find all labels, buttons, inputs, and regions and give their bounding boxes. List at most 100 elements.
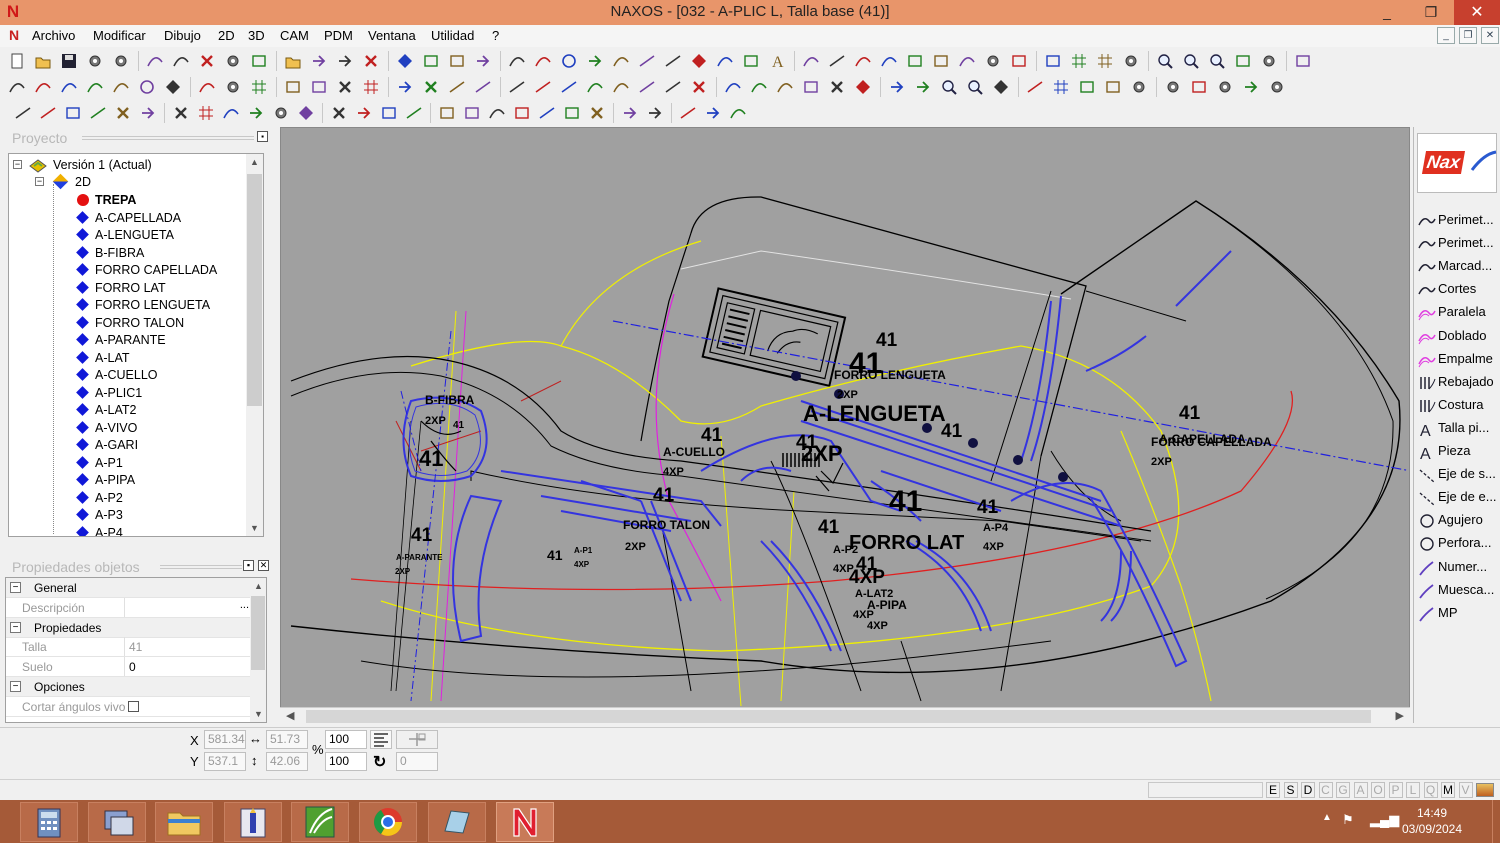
- tree-item[interactable]: FORRO LAT: [75, 280, 245, 297]
- status-toggle[interactable]: L: [1406, 782, 1420, 798]
- toolbar-save-icon[interactable]: [60, 52, 78, 70]
- tree-item[interactable]: FORRO TALON: [75, 315, 245, 332]
- menu-dibujo[interactable]: Dibujo: [164, 28, 201, 43]
- menu-archivo[interactable]: Archivo: [32, 28, 75, 43]
- maximize-button[interactable]: ❐: [1414, 0, 1448, 25]
- panel-pin-icon[interactable]: ▪: [243, 560, 254, 571]
- property-category[interactable]: − Opciones: [6, 677, 251, 697]
- taskbar-file-explorer[interactable]: [155, 802, 213, 842]
- toolbar-curve-icon[interactable]: [802, 52, 820, 70]
- taskbar-clock[interactable]: 14:49 03/09/2024: [1392, 805, 1472, 837]
- tree-item[interactable]: A-CAPELLADA: [75, 210, 245, 227]
- palette-tool[interactable]: Eje de e...: [1417, 486, 1500, 508]
- palette-tool[interactable]: Perfora...: [1417, 532, 1500, 554]
- document-icon[interactable]: N: [9, 27, 19, 43]
- toolbar-arrow-icon[interactable]: [474, 52, 492, 70]
- palette-tool[interactable]: Perimet...: [1417, 209, 1500, 231]
- sharp-angles-checkbox[interactable]: [128, 700, 139, 712]
- toolbar-x-icon[interactable]: [172, 104, 190, 122]
- palette-tool[interactable]: Paralela: [1417, 301, 1500, 323]
- toolbar-curve-icon[interactable]: [508, 52, 526, 70]
- status-toggle[interactable]: C: [1318, 782, 1333, 798]
- toolbar-curve-icon[interactable]: [729, 104, 747, 122]
- toolbar-gear-icon[interactable]: [112, 52, 130, 70]
- canvas-scrollbar[interactable]: ◀ ▶: [280, 707, 1410, 724]
- tree-item[interactable]: A-PLIC1: [75, 385, 245, 402]
- toolbar-x-icon[interactable]: [690, 78, 708, 96]
- toolbar-gear-icon[interactable]: [984, 52, 1002, 70]
- toolbar-x-icon[interactable]: [362, 52, 380, 70]
- toolbar-curve-icon[interactable]: [854, 52, 872, 70]
- palette-tool[interactable]: Cortes: [1417, 278, 1500, 300]
- tree-item[interactable]: A-LENGUETA: [75, 227, 245, 244]
- toolbar-rect-icon[interactable]: [513, 104, 531, 122]
- toolbar-rect-icon[interactable]: [438, 104, 456, 122]
- toolbar-arrow-icon[interactable]: [914, 78, 932, 96]
- scale-y-field[interactable]: 100: [325, 752, 367, 771]
- toolbar-rect-icon[interactable]: [310, 78, 328, 96]
- tray-flag-icon[interactable]: ⚑: [1342, 812, 1354, 828]
- tree-item[interactable]: A-GARI: [75, 437, 245, 454]
- taskbar-naxos[interactable]: [496, 802, 554, 842]
- toolbar-rect-icon[interactable]: [284, 78, 302, 96]
- property-value[interactable]: 0: [124, 657, 251, 677]
- toolbar-curve-icon[interactable]: [586, 78, 604, 96]
- toolbar-arrow-icon[interactable]: [888, 78, 906, 96]
- scroll-up-icon[interactable]: ▲: [254, 581, 263, 591]
- toolbar-line-icon[interactable]: [538, 104, 556, 122]
- toolbar-rect-icon[interactable]: [906, 52, 924, 70]
- cad-drawing[interactable]: 4141FORRO LENGUETA2XPA-LENGUETA41B-FIBRA…: [281, 128, 1410, 723]
- toolbar-line-icon[interactable]: [664, 78, 682, 96]
- toolbar-line-icon[interactable]: [560, 78, 578, 96]
- toolbar-grid-icon[interactable]: [1070, 52, 1088, 70]
- toolbar-arrow-icon[interactable]: [1242, 78, 1260, 96]
- toolbar-x-icon[interactable]: [422, 78, 440, 96]
- palette-tool[interactable]: Empalme: [1417, 348, 1500, 370]
- toolbar-arrow-icon[interactable]: [355, 104, 373, 122]
- toolbar-line-icon[interactable]: [679, 104, 697, 122]
- panel-pin-icon[interactable]: ▪: [257, 131, 268, 142]
- menu-utilidad[interactable]: Utilidad: [431, 28, 474, 43]
- property-category[interactable]: − General: [6, 578, 251, 598]
- scroll-left-icon[interactable]: ◀: [286, 709, 294, 722]
- toolbar-curve-icon[interactable]: [488, 104, 506, 122]
- toolbar-zoom-icon[interactable]: [1156, 52, 1174, 70]
- toolbar-rect-icon[interactable]: [742, 52, 760, 70]
- toolbar-arrow-icon[interactable]: [336, 52, 354, 70]
- mdi-minimize-button[interactable]: _: [1437, 27, 1455, 44]
- toolbar-rect-icon[interactable]: [932, 52, 950, 70]
- palette-tool[interactable]: Perimet...: [1417, 232, 1500, 254]
- props-scroll-thumb[interactable]: [251, 596, 265, 670]
- close-button[interactable]: ✕: [1454, 0, 1500, 25]
- toolbar-arrow-icon[interactable]: [646, 104, 664, 122]
- properties-scrollbar[interactable]: ▲ ▼: [250, 578, 266, 722]
- toolbar-arrow-icon[interactable]: [139, 104, 157, 122]
- toolbar-grid-icon[interactable]: [250, 78, 268, 96]
- tree-item[interactable]: A-VIVO: [75, 420, 245, 437]
- palette-tool[interactable]: Rebajado: [1417, 371, 1500, 393]
- toolbar-arrow-icon[interactable]: [310, 52, 328, 70]
- toolbar-gear-icon[interactable]: [272, 104, 290, 122]
- toolbar-line-icon[interactable]: [638, 52, 656, 70]
- tree-item[interactable]: A-CUELLO: [75, 367, 245, 384]
- tree-item[interactable]: FORRO CAPELLADA: [75, 262, 245, 279]
- tree-item[interactable]: A-PARANTE: [75, 332, 245, 349]
- toolbar-rect-icon[interactable]: [1234, 52, 1252, 70]
- toolbar-x-icon[interactable]: [336, 78, 354, 96]
- status-toggle[interactable]: E: [1266, 782, 1280, 798]
- palette-tool[interactable]: A Talla pi...: [1417, 417, 1500, 439]
- toolbar-curve-icon[interactable]: [612, 78, 630, 96]
- property-value[interactable]: 41: [124, 637, 251, 657]
- property-category[interactable]: − Propiedades: [6, 617, 251, 638]
- taskbar-chrome[interactable]: [359, 802, 417, 842]
- mdi-close-button[interactable]: ✕: [1481, 27, 1499, 44]
- toolbar-grid-icon[interactable]: [1096, 52, 1114, 70]
- toolbar-line-icon[interactable]: [828, 52, 846, 70]
- toolbar-circle-icon[interactable]: [560, 52, 578, 70]
- toolbar-gear-icon[interactable]: [1122, 52, 1140, 70]
- status-toggle[interactable]: A: [1353, 782, 1368, 798]
- status-toggle[interactable]: D: [1301, 782, 1315, 798]
- toolbar-curve-icon[interactable]: [958, 52, 976, 70]
- toolbar-diamond-icon[interactable]: [396, 52, 414, 70]
- toolbar-gear-icon[interactable]: [1268, 78, 1286, 96]
